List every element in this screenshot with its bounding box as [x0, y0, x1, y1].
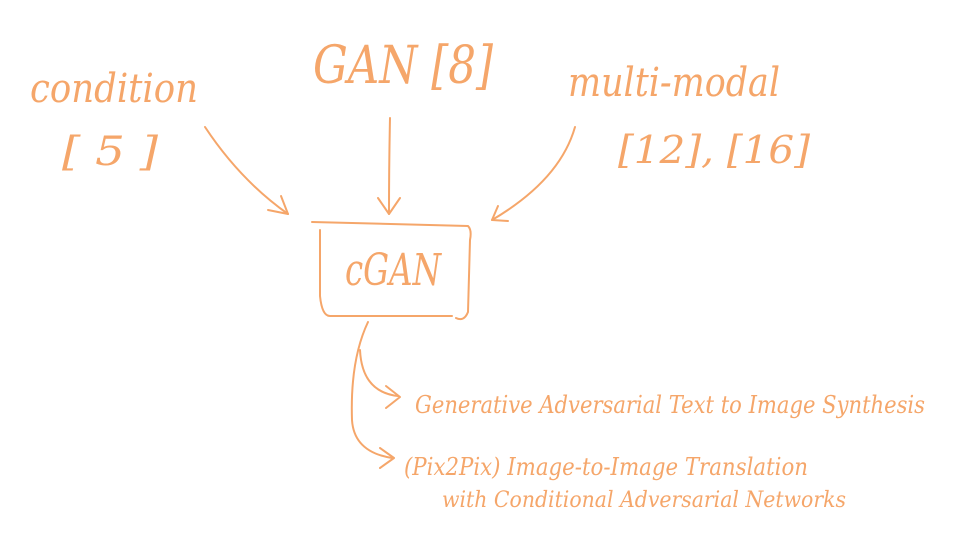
condition-citation: [ 5 ]	[62, 129, 158, 175]
multimodal-label: multi-modal	[568, 60, 780, 106]
diagram-canvas: condition [ 5 ] GAN [8] multi-modal [12]…	[30, 36, 925, 513]
arrowhead-first-output	[385, 385, 401, 409]
cgan-label: cGAN	[345, 245, 442, 296]
condition-label: condition	[30, 66, 198, 112]
multimodal-citation: [12], [16]	[618, 128, 810, 172]
gan-label: GAN [8]	[313, 36, 494, 96]
output-text-to-image: Generative Adversarial Text to Image Syn…	[415, 391, 925, 419]
arrow-gan-to-cgan	[388, 117, 391, 215]
arrow-condition-to-cgan	[204, 126, 289, 215]
arrow-multimodal-to-cgan	[491, 126, 576, 221]
branch-to-first-output	[359, 349, 399, 397]
branch-stem	[350, 321, 393, 459]
output-pix2pix-line1: (Pix2Pix) Image-to-Image Translation	[404, 453, 808, 481]
output-pix2pix-line2: with Conditional Adversarial Networks	[442, 488, 846, 513]
